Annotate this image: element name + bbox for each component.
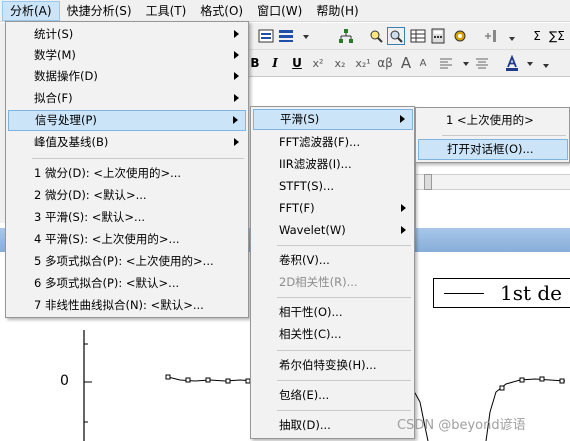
calculator-icon[interactable] [430,28,446,44]
recent-item-2[interactable]: 2 微分(D): <默认>... [8,185,246,206]
submenu-arrow-icon [234,138,239,146]
align-center-icon[interactable] [474,55,490,71]
menu-format[interactable]: 格式(O) [193,1,250,21]
worksheet-selected-cell[interactable] [424,174,432,190]
menu-item-fitting[interactable]: 拟合(F) [8,88,246,109]
align-dropdown-icon[interactable] [458,55,474,71]
analysis-menu: 统计(S) 数学(M) 数据操作(D) 拟合(F) 信号处理(P) 峰值及基线(… [5,21,249,318]
italic-button[interactable]: I [268,54,282,73]
font-color-dropdown-icon[interactable] [522,55,538,71]
legend-text: 1st de [500,281,563,305]
menu-item-statistics[interactable]: 统计(S) [8,24,246,45]
graph-legend[interactable]: 1st de [433,278,570,308]
watermark-text: CSDN @beyond谚语 [397,418,526,433]
overflow-arrow-icon[interactable] [504,28,520,44]
menu-item-iir-filter[interactable]: IIR滤波器(I)... [253,154,413,175]
search-icon[interactable] [368,28,384,44]
menu-item-wavelet[interactable]: Wavelet(W) [253,220,413,241]
submenu-arrow-icon [234,51,239,59]
menu-window[interactable]: 窗口(W) [250,1,309,21]
menu-separator [277,380,411,381]
underline-button[interactable]: U [290,54,304,73]
menu-item-data-manipulation[interactable]: 数据操作(D) [8,66,246,87]
menu-separator [277,297,411,298]
hierarchy-icon[interactable] [338,28,354,44]
worksheet-row-header [416,174,570,190]
menu-separator [442,135,566,136]
submenu-arrow-icon [401,204,406,212]
recent-item-5[interactable]: 5 多项式拟合(P): <上次使用的>... [8,251,246,272]
bold-button[interactable]: B [248,54,262,73]
menu-separator [32,158,244,159]
recent-item-6[interactable]: 6 多项式拟合(P): <默认>... [8,273,246,294]
menu-item-peaks-baseline[interactable]: 峰值及基线(B) [8,132,246,153]
align-left-icon[interactable] [438,55,454,71]
worksheet-icon[interactable] [410,28,426,44]
recent-item-4[interactable]: 4 平滑(S): <上次使用的>... [8,229,246,250]
signal-processing-submenu: 平滑(S) FFT滤波器(F)... IIR滤波器(I)... STFT(S).… [250,106,415,439]
standard-toolbar: Σ ∑Σ [248,23,570,50]
y-axis-tick-label: 0 [60,373,69,389]
submenu-arrow-icon [233,116,238,124]
add-column-icon[interactable] [482,28,498,44]
menu-item-signal-processing[interactable]: 信号处理(P) [8,110,246,131]
dropdown-arrow-icon[interactable] [298,28,314,44]
menu-item-2d-correlation: 2D相关性(R)... [279,275,358,289]
font-color-icon[interactable] [504,55,520,71]
multi-sum-icon[interactable]: ∑Σ [544,27,570,46]
menu-item-decimate[interactable]: 抽取(D)... [253,415,413,436]
menu-item-coherence[interactable]: 相干性(O)... [253,302,413,323]
zoom-data-icon[interactable] [387,27,405,45]
menu-item-fft[interactable]: FFT(F) [253,198,413,219]
increase-font-button[interactable]: A [398,54,414,73]
submenu-arrow-icon [400,115,405,123]
menu-bar: 分析(A) 快捷分析(S) 工具(T) 格式(O) 窗口(W) 帮助(H) [0,0,570,22]
decrease-font-button[interactable]: A [416,54,430,73]
menu-item-correlation[interactable]: 相关性(C)... [253,324,413,345]
submenu-arrow-icon [234,30,239,38]
legend-line-sample [444,293,484,294]
menu-item-smooth[interactable]: 平滑(S) [253,109,413,130]
menu-item-hilbert-transform[interactable]: 希尔伯特变换(H)... [253,355,413,376]
format-toolbar: B I U x² x₂ x₂¹ αβ A A [248,50,570,77]
menu-item-convolution[interactable]: 卷积(V)... [253,250,413,271]
menu-tools[interactable]: 工具(T) [139,1,194,21]
submenu-arrow-icon [234,94,239,102]
subscript-button[interactable]: x₂ [332,54,348,73]
menu-help[interactable]: 帮助(H) [309,1,365,21]
menu-item-open-dialog[interactable]: 打开对话框(O)... [418,139,568,160]
menu-item-stft[interactable]: STFT(S)... [253,176,413,197]
recent-item-3[interactable]: 3 平滑(S): <默认>... [8,207,246,228]
greek-button[interactable]: αβ [376,54,394,73]
menu-analysis[interactable]: 分析(A) [2,0,60,21]
settings-gear-icon[interactable] [452,28,468,44]
menu-item-math[interactable]: 数学(M) [8,45,246,66]
menu-separator [277,245,411,246]
submenu-arrow-icon [401,226,406,234]
smooth-submenu: 1 <上次使用的> 打开对话框(O)... [415,107,570,163]
recent-item-7[interactable]: 7 非线性曲线拟合(N): <默认>... [8,295,246,316]
menu-separator [277,350,411,351]
superscript-button[interactable]: x² [310,54,326,73]
menu-quick-analysis[interactable]: 快捷分析(S) [60,1,139,21]
menu-separator [277,410,411,411]
rows-icon[interactable] [278,28,294,44]
toolbar2-overflow-icon[interactable] [538,55,554,71]
menu-item-envelope[interactable]: 包络(E)... [253,385,413,406]
supsubscript-button[interactable]: x₂¹ [354,54,372,73]
menu-item-fft-filter[interactable]: FFT滤波器(F)... [253,132,413,153]
recent-item-1[interactable]: 1 微分(D): <上次使用的>... [8,163,246,184]
column-chart-icon[interactable] [258,28,274,44]
submenu-arrow-icon [234,72,239,80]
menu-item-smooth-last-used[interactable]: 1 <上次使用的> [418,110,568,131]
